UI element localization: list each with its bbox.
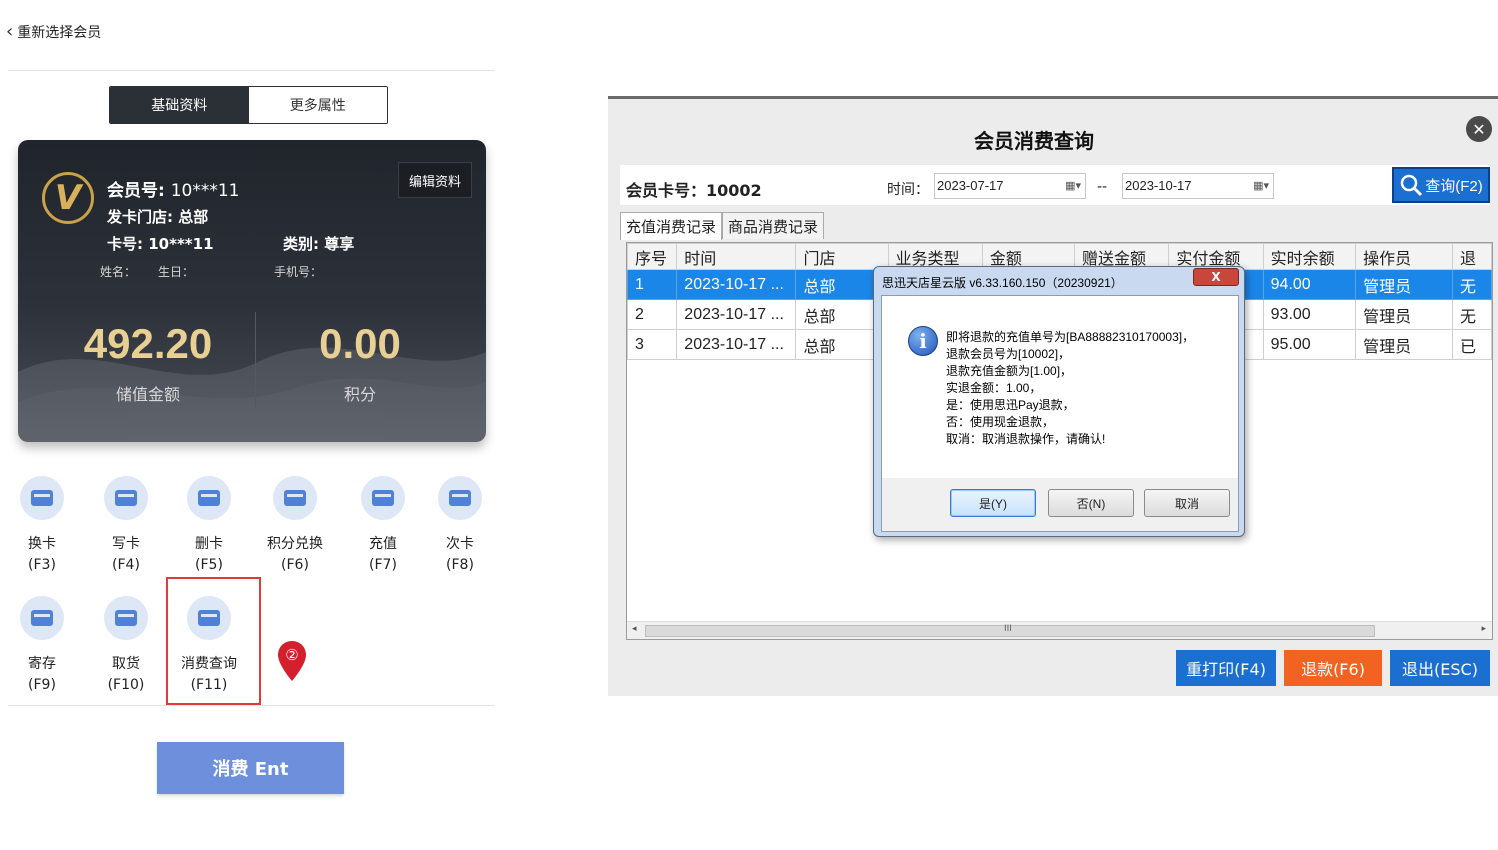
column-header[interactable]: 实时余额 — [1262, 243, 1357, 270]
pickup-button[interactable]: 取货 (F10) — [94, 596, 158, 696]
phone-label: 手机号： — [274, 265, 323, 279]
tab-recharge-records[interactable]: 充值消费记录 — [620, 212, 723, 240]
record-tabs: 充值消费记录 商品消费记录 — [620, 212, 825, 240]
card-divider — [255, 312, 256, 408]
member-number: 会员号: 10***11 — [107, 181, 240, 201]
consume-button[interactable]: 消费 Ent — [157, 742, 344, 794]
tab-basic-info[interactable]: 基础资料 — [110, 87, 249, 123]
stored-balance: 492.20 — [83, 320, 213, 367]
card-number: 卡号: 10***11 — [107, 235, 214, 253]
points-label: 积分 — [343, 385, 376, 404]
search-icon — [1401, 174, 1423, 197]
query-button[interactable]: 查询(F2) — [1392, 167, 1490, 203]
info-icon: i — [908, 326, 938, 356]
query-bar: 会员卡号：10002 时间： 2023-07-17 ▦▾ -- 2023-10-… — [620, 165, 1490, 205]
member-card: V 会员号: 10***11 发卡门店: 总部 卡号: 10***11 类别: … — [18, 140, 486, 442]
ticket-icon — [438, 476, 482, 520]
recharge-button[interactable]: 充值 (F7) — [351, 476, 415, 576]
calendar-dropdown-icon: ▦▾ — [1065, 180, 1081, 192]
step-marker-number: ② — [285, 646, 298, 664]
calendar-dropdown-icon: ▦▾ — [1253, 180, 1269, 192]
tab-more-attributes[interactable]: 更多属性 — [248, 87, 387, 123]
highlight-box — [166, 577, 261, 705]
chevron-left-icon: ‹ — [6, 21, 14, 42]
back-label: 重新选择会员 — [17, 25, 102, 41]
back-button[interactable]: ‹ 重新选择会员 — [6, 22, 101, 42]
delete-card-button[interactable]: 删卡 (F5) — [177, 476, 241, 576]
date-from-picker[interactable]: 2023-07-17 ▦▾ — [934, 173, 1086, 199]
date-separator: -- — [1097, 179, 1108, 195]
window-title: 会员消费查询 — [974, 129, 1094, 153]
dialog-message: i 即将退款的充值单号为[BA88882310170003]， 退款会员号为[1… — [882, 296, 1238, 478]
dialog-title: 思迅天店星云版 v6.33.160.150（20230921） — [882, 276, 1123, 290]
step-marker-icon: ② — [278, 641, 306, 681]
stored-balance-label: 储值金额 — [115, 385, 180, 404]
column-header[interactable]: 操作员 — [1355, 243, 1454, 270]
member-panel: ‹ 重新选择会员 基础资料 更多属性 V 会员号: 10***11 发卡门店: … — [0, 0, 500, 850]
dialog-close-icon[interactable]: X — [1193, 268, 1239, 286]
yuan-icon — [361, 476, 405, 520]
points-redeem-button[interactable]: 积分兑换 (F6) — [263, 476, 327, 576]
dialog-body: i 即将退款的充值单号为[BA88882310170003]， 退款会员号为[1… — [881, 295, 1239, 532]
scroll-right-icon[interactable]: ▸ — [1481, 624, 1486, 634]
divider — [8, 70, 495, 71]
scroll-left-icon[interactable]: ◂ — [632, 624, 637, 634]
birthday-label: 生日： — [158, 265, 195, 279]
close-icon[interactable]: ✕ — [1466, 116, 1492, 142]
card-icon — [187, 476, 231, 520]
horizontal-scrollbar[interactable]: ◂ III ▸ — [627, 621, 1492, 639]
refund-confirm-dialog: 思迅天店星云版 v6.33.160.150（20230921） X i 即将退款… — [873, 266, 1245, 537]
cancel-button[interactable]: 取消 — [1144, 489, 1230, 517]
issuing-store: 发卡门店: 总部 — [107, 208, 209, 226]
name-label: 姓名： — [100, 265, 137, 279]
time-label: 时间： — [887, 182, 929, 198]
card-icon — [20, 476, 64, 520]
divider — [8, 705, 495, 706]
refund-button[interactable]: 退款(F6) — [1284, 650, 1382, 686]
date-to-picker[interactable]: 2023-10-17 ▦▾ — [1122, 173, 1274, 199]
column-header[interactable]: 门店 — [795, 243, 889, 270]
change-card-button[interactable]: 换卡 (F3) — [10, 476, 74, 576]
card-icon — [104, 476, 148, 520]
member-category: 类别: 尊享 — [283, 235, 355, 253]
card-icon — [20, 596, 64, 640]
gift-icon — [273, 476, 317, 520]
scroll-thumb[interactable]: III — [645, 624, 1375, 637]
info-tabs: 基础资料 更多属性 — [109, 86, 388, 124]
column-header[interactable]: 序号 — [627, 243, 678, 270]
count-card-button[interactable]: 次卡 (F8) — [428, 476, 492, 576]
column-header[interactable]: 退 — [1452, 243, 1492, 270]
tab-product-records[interactable]: 商品消费记录 — [722, 212, 825, 239]
write-card-button[interactable]: 写卡 (F4) — [94, 476, 158, 576]
card-icon — [104, 596, 148, 640]
reprint-button[interactable]: 重打印(F4) — [1176, 650, 1276, 686]
points-value: 0.00 — [319, 320, 401, 367]
yes-button[interactable]: 是(Y) — [950, 489, 1036, 517]
exit-button[interactable]: 退出(ESC) — [1390, 650, 1490, 686]
vip-logo-icon: V — [42, 172, 94, 224]
no-button[interactable]: 否(N) — [1048, 489, 1134, 517]
deposit-button[interactable]: 寄存 (F9) — [10, 596, 74, 696]
column-header[interactable]: 时间 — [676, 243, 797, 270]
edit-profile-button[interactable]: 编辑资料 — [398, 162, 472, 198]
member-card-number: 会员卡号：10002 — [626, 181, 762, 200]
